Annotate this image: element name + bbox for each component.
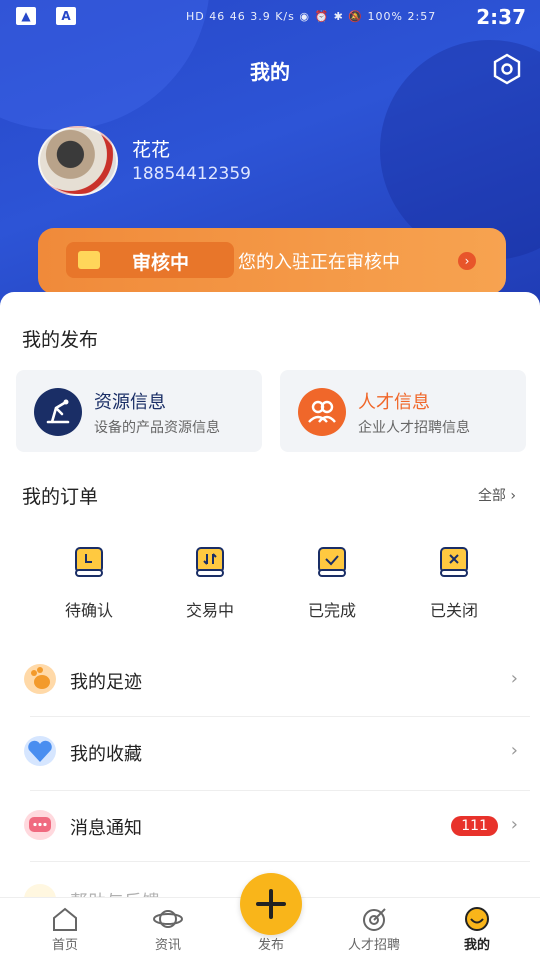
divider <box>30 716 530 717</box>
audit-banner[interactable]: 审核中 您的入驻正在审核中 › <box>38 228 506 294</box>
status-time: 2:37 <box>476 5 526 29</box>
audit-status: 审核中 <box>132 252 190 274</box>
tab-news-label: 资讯 <box>154 938 181 953</box>
menu-notifications-label: 消息通知 <box>70 818 142 839</box>
gallery-icon: ▲ <box>16 7 36 25</box>
orders-all-link[interactable]: 全部 › <box>478 485 516 505</box>
order-pending[interactable]: 待确认 <box>49 545 129 621</box>
plus-icon <box>256 889 286 919</box>
chevron-right-icon: › <box>510 740 518 761</box>
planet-icon <box>153 910 183 928</box>
order-trading[interactable]: 交易中 <box>170 545 250 621</box>
order-pending-label: 待确认 <box>64 601 113 620</box>
tab-publish-label: 发布 <box>257 938 284 953</box>
settings-icon[interactable] <box>490 52 524 86</box>
tab-publish[interactable]: 发布 <box>231 934 311 953</box>
all-label: 全部 <box>477 488 506 504</box>
close-icon <box>440 547 468 577</box>
status-bar: ▲ A HD 46 46 3.9 K/s ◉ ⏰ ✱ 🔕 100% 2:57 2… <box>0 0 540 36</box>
menu-favorites-label: 我的收藏 <box>70 744 142 765</box>
publish-title: 我的发布 <box>22 329 99 351</box>
divider <box>30 790 530 791</box>
chevron-right-icon: › <box>510 814 518 835</box>
talent-info-title: 人才信息 <box>358 392 430 413</box>
menu-footprint[interactable]: 我的足迹 › <box>22 646 522 716</box>
resource-info-subtitle: 设备的产品资源信息 <box>94 420 220 436</box>
font-icon: A <box>56 7 76 25</box>
home-icon <box>53 907 77 931</box>
heart-icon <box>24 736 56 766</box>
menu-favorites[interactable]: 我的收藏 › <box>22 718 522 788</box>
tab-home-label: 首页 <box>51 938 78 953</box>
tab-jobs[interactable]: 人才招聘 <box>334 906 414 953</box>
order-closed-label: 已关闭 <box>429 601 478 620</box>
check-icon <box>318 547 346 577</box>
profile-header: ▲ A HD 46 46 3.9 K/s ◉ ⏰ ✱ 🔕 100% 2:57 2… <box>0 0 540 320</box>
chevron-right-icon: › <box>458 252 476 270</box>
message-icon <box>24 810 56 840</box>
resource-info-card[interactable]: 资源信息 设备的产品资源信息 <box>16 370 262 452</box>
status-icons: HD 46 46 3.9 K/s ◉ ⏰ ✱ 🔕 100% 2:57 <box>186 10 437 23</box>
user-phone: 18854412359 <box>132 164 251 184</box>
unread-badge: 111 <box>451 816 498 836</box>
target-icon <box>363 908 386 931</box>
talent-info-card[interactable]: 人才信息 企业人才招聘信息 <box>280 370 526 452</box>
order-trading-label: 交易中 <box>185 601 234 620</box>
audit-tag: 审核中 <box>66 242 234 278</box>
menu-footprint-label: 我的足迹 <box>70 672 142 693</box>
people-icon <box>298 388 346 436</box>
tab-home[interactable]: 首页 <box>25 906 105 953</box>
resource-info-title: 资源信息 <box>94 392 166 413</box>
exchange-icon <box>196 547 224 577</box>
orders-title: 我的订单 <box>22 486 99 508</box>
talent-info-subtitle: 企业人才招聘信息 <box>358 420 470 436</box>
audit-message: 您的入驻正在审核中 <box>238 252 400 273</box>
menu-notifications[interactable]: 消息通知 111 › <box>22 792 522 862</box>
diamond-icon <box>78 251 100 269</box>
tab-news[interactable]: 资讯 <box>128 906 208 953</box>
crane-icon <box>34 388 82 436</box>
page-title: 我的 <box>250 60 290 84</box>
tab-mine[interactable]: 我的 <box>437 906 517 953</box>
tab-jobs-label: 人才招聘 <box>347 938 400 953</box>
avatar[interactable] <box>38 126 118 196</box>
tab-mine-label: 我的 <box>463 938 490 953</box>
order-completed[interactable]: 已完成 <box>292 545 372 621</box>
footprint-icon <box>24 664 56 694</box>
divider <box>30 861 530 862</box>
publish-button[interactable] <box>240 873 302 935</box>
chevron-right-icon: › <box>510 488 516 504</box>
order-completed-label: 已完成 <box>307 601 356 620</box>
chevron-right-icon: › <box>510 668 518 689</box>
user-name: 花花 <box>132 139 171 161</box>
smile-icon <box>465 907 489 931</box>
clock-icon <box>75 547 103 577</box>
order-closed[interactable]: 已关闭 <box>414 545 494 621</box>
